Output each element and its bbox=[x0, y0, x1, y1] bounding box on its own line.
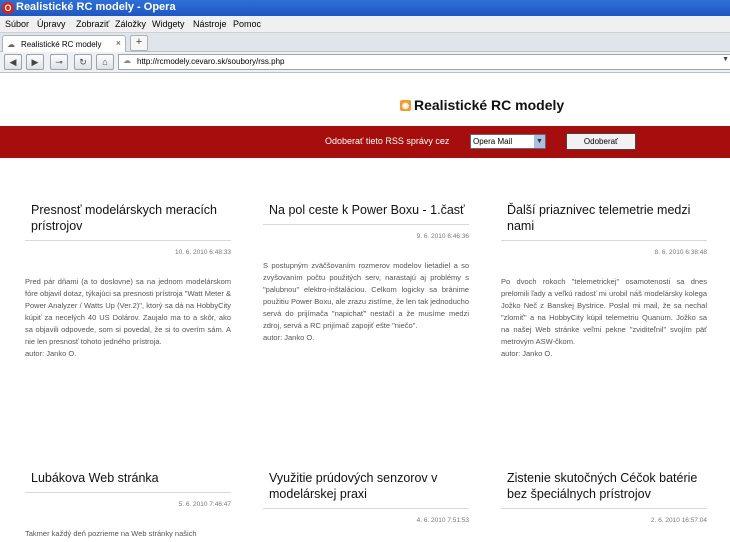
article-title[interactable]: Zistenie skutočných Céčok batérie bez šp… bbox=[501, 466, 707, 502]
article-author: autor: Janko O. bbox=[501, 349, 553, 358]
back-icon[interactable]: ◀ bbox=[4, 54, 22, 70]
address-toolbar: ◀ ▶ ⊸ ↻ ⌂ ☁ http://rcmodely.cevaro.sk/so… bbox=[0, 52, 730, 73]
page-heading-text: Realistické RC modely bbox=[414, 97, 565, 113]
new-tab-button[interactable]: + bbox=[130, 35, 148, 51]
article-author: autor: Janko O. bbox=[263, 333, 315, 342]
window-titlebar: O Realistické RC modely - Opera bbox=[0, 0, 730, 16]
home-icon[interactable]: ⌂ bbox=[96, 54, 114, 70]
chevron-down-icon[interactable]: ▼ bbox=[534, 135, 545, 148]
url-text: http://rcmodely.cevaro.sk/soubory/rss.ph… bbox=[137, 57, 285, 66]
window-title: Realistické RC modely - Opera bbox=[16, 1, 176, 13]
page-content: ◉ Realistické RC modely Odoberať tieto RS… bbox=[0, 73, 730, 542]
article-body: S postupným zväčšovaním rozmerov modelov… bbox=[263, 260, 469, 344]
reader-select[interactable]: Opera Mail ▼ bbox=[470, 134, 546, 149]
address-dropdown-icon[interactable]: ▼ bbox=[722, 56, 729, 63]
article-card: Presnosť modelárskych meracích prístrojo… bbox=[25, 198, 231, 360]
article-title[interactable]: Lubákova Web stránka bbox=[25, 466, 231, 486]
site-icon: ☁ bbox=[123, 56, 131, 65]
menu-item-widgety[interactable]: Widgety bbox=[152, 19, 185, 29]
opera-logo-icon: O bbox=[2, 2, 14, 14]
menu-item-zalozky[interactable]: Záložky bbox=[115, 19, 146, 29]
article-title[interactable]: Presnosť modelárskych meracích prístrojo… bbox=[25, 198, 231, 234]
article-body: Takmer každý deň pozrieme na Web stránky… bbox=[25, 528, 231, 540]
article-body: Pred pár dňami (a to doslovne) sa na jed… bbox=[25, 276, 231, 360]
article-date: 9. 6. 2010 6:46:36 bbox=[263, 224, 469, 240]
article-text: S postupným zväčšovaním rozmerov modelov… bbox=[263, 261, 469, 330]
rewind-icon[interactable]: ⊸ bbox=[50, 54, 68, 70]
article-author: autor: Janko O. bbox=[25, 349, 77, 358]
article-date: 5. 6. 2010 7:46:47 bbox=[25, 492, 231, 508]
article-card: Využitie prúdových senzorov v modelárske… bbox=[263, 466, 469, 524]
page-heading: ◉ Realistické RC modely bbox=[400, 97, 564, 113]
reload-icon[interactable]: ↻ bbox=[74, 54, 92, 70]
forward-icon[interactable]: ▶ bbox=[26, 54, 44, 70]
rss-icon: ◉ bbox=[400, 99, 411, 111]
article-text: Takmer každý deň pozrieme na Web stránky… bbox=[25, 529, 197, 538]
subscribe-bar: Odoberať tieto RSS správy cez Opera Mail… bbox=[0, 126, 730, 158]
tab-rc-modely[interactable]: ☁ Realistické RC modely × bbox=[2, 35, 126, 52]
tab-bar: ☁ Realistické RC modely × + bbox=[0, 33, 730, 52]
reader-select-value: Opera Mail bbox=[473, 137, 513, 146]
address-field[interactable]: ☁ http://rcmodely.cevaro.sk/soubory/rss.… bbox=[118, 54, 730, 70]
menu-bar: Súbor Úpravy Zobraziť Záložky Widgety Ná… bbox=[0, 16, 730, 33]
subscribe-label: Odoberať tieto RSS správy cez bbox=[325, 136, 450, 146]
article-title[interactable]: Ďalší priaznivec telemetrie medzi nami bbox=[501, 198, 707, 234]
menu-item-zobrazit[interactable]: Zobraziť bbox=[76, 19, 109, 29]
article-card: Zistenie skutočných Céčok batérie bez šp… bbox=[501, 466, 707, 524]
article-text: Po dvoch rokoch "telemetrickej" osamoten… bbox=[501, 277, 707, 346]
tab-label: Realistické RC modely bbox=[21, 40, 102, 49]
subscribe-button[interactable]: Odoberať bbox=[566, 133, 636, 150]
article-body: Po dvoch rokoch "telemetrickej" osamoten… bbox=[501, 276, 707, 360]
tab-close-icon[interactable]: × bbox=[116, 38, 121, 48]
menu-item-pomoc[interactable]: Pomoc bbox=[233, 19, 261, 29]
article-card: Ďalší priaznivec telemetrie medzi nami 8… bbox=[501, 198, 707, 360]
article-title[interactable]: Využitie prúdových senzorov v modelárske… bbox=[263, 466, 469, 502]
menu-item-upravy[interactable]: Úpravy bbox=[37, 19, 66, 29]
article-date: 10. 6. 2010 6:48:33 bbox=[25, 240, 231, 256]
menu-item-nastroje[interactable]: Nástroje bbox=[193, 19, 227, 29]
article-text: Pred pár dňami (a to doslovne) sa na jed… bbox=[25, 277, 231, 346]
article-card: Lubákova Web stránka 5. 6. 2010 7:46:47 … bbox=[25, 466, 231, 540]
article-date: 2. 6. 2010 16:57:04 bbox=[501, 508, 707, 524]
article-date: 4. 6. 2010 7:51:53 bbox=[263, 508, 469, 524]
article-date: 8. 6. 2010 6:38:48 bbox=[501, 240, 707, 256]
article-title[interactable]: Na pol ceste k Power Boxu - 1.časť bbox=[263, 198, 469, 218]
menu-item-subor[interactable]: Súbor bbox=[5, 19, 29, 29]
article-card: Na pol ceste k Power Boxu - 1.časť 9. 6.… bbox=[263, 198, 469, 344]
page-favicon-icon: ☁ bbox=[7, 40, 15, 49]
